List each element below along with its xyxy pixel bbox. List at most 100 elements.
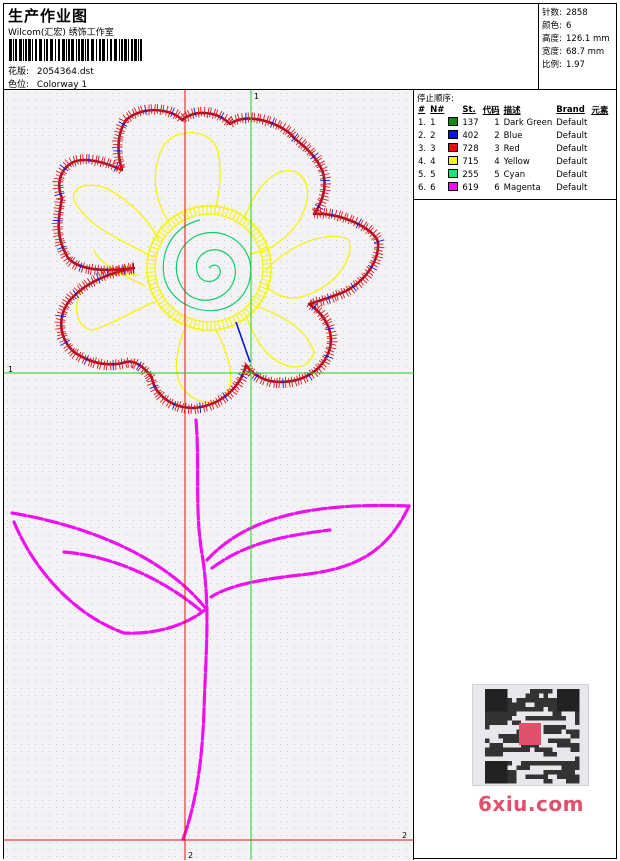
qr-module bbox=[566, 729, 571, 734]
qr-module bbox=[552, 711, 557, 716]
satin-tick bbox=[197, 107, 200, 118]
qr-module bbox=[498, 752, 503, 757]
table-row[interactable]: 6. 6 619 6 Magenta Default bbox=[416, 181, 610, 194]
row-stitches: 619 bbox=[462, 182, 479, 193]
qr-module bbox=[557, 761, 562, 766]
barcode-bar bbox=[121, 39, 123, 61]
center-spiral bbox=[162, 219, 252, 312]
qr-module bbox=[557, 689, 562, 694]
qr-module bbox=[575, 743, 580, 748]
qr-module bbox=[557, 738, 562, 743]
satin-tick bbox=[162, 105, 165, 115]
qr-module bbox=[485, 711, 490, 716]
qr-module bbox=[570, 734, 575, 739]
row-index: 1. bbox=[418, 117, 427, 128]
satin-tick bbox=[282, 378, 284, 388]
qr-module bbox=[543, 702, 548, 707]
qr-module bbox=[539, 774, 544, 779]
qr-module bbox=[494, 693, 499, 698]
qr-module bbox=[521, 698, 526, 703]
qr-module bbox=[512, 774, 517, 779]
satin-tick bbox=[52, 219, 63, 222]
row-index: 3. bbox=[418, 143, 427, 154]
row-swatch bbox=[446, 155, 460, 168]
qr-module bbox=[503, 702, 508, 707]
qr-module bbox=[485, 752, 490, 757]
qr-module bbox=[485, 770, 490, 775]
stop-sequence-panel: 停止顺序: # N# St. 代码 描述 Brand 元素 1. 1 137 1 Dar… bbox=[414, 90, 616, 200]
stat-width: 宽度: 68.7 mm bbox=[542, 47, 605, 57]
row-element bbox=[589, 129, 610, 142]
satin-tick bbox=[56, 331, 66, 334]
stats-panel: 针数: 2858 颜色: 6 高度: 126.1 mm 宽度: 68.7 mm 比例: 1… bbox=[539, 4, 616, 90]
qr-module bbox=[548, 738, 553, 743]
production-sheet: 生产作业图 Wilcom(汇宏) 绣饰工作室 花版: 2054364.dst 色… bbox=[3, 3, 617, 860]
barcode-bar bbox=[99, 39, 101, 61]
barcode-bar bbox=[66, 39, 67, 61]
row-brand: Default bbox=[556, 182, 588, 193]
qr-module bbox=[507, 698, 512, 703]
satin-tick bbox=[325, 208, 328, 218]
table-row[interactable]: 5. 5 255 5 Cyan Default bbox=[416, 168, 610, 181]
row-index: 6. bbox=[418, 182, 427, 193]
qr-module bbox=[530, 689, 535, 694]
qr-module bbox=[557, 743, 562, 748]
qr-module bbox=[507, 716, 512, 721]
stat-scale: 比例: 1.97 bbox=[542, 60, 585, 70]
stem-and-leaves bbox=[10, 418, 411, 844]
table-row[interactable]: 4. 4 715 4 Yellow Default bbox=[416, 155, 610, 168]
table-row[interactable]: 3. 3 728 3 Red Default bbox=[416, 142, 610, 155]
row-element bbox=[589, 168, 610, 181]
satin-tick bbox=[374, 246, 385, 249]
table-row[interactable]: 2. 2 402 2 Blue Default bbox=[416, 129, 610, 142]
qr-module bbox=[498, 716, 503, 721]
qr-module bbox=[498, 711, 503, 716]
qr-module bbox=[570, 761, 575, 766]
qr-module bbox=[570, 765, 575, 770]
qr-module bbox=[557, 693, 562, 698]
left-leaf-lower-edge bbox=[12, 520, 209, 635]
design-canvas[interactable]: 1 1 2 2 bbox=[4, 90, 414, 860]
qr-module bbox=[530, 698, 535, 703]
qr-module bbox=[485, 707, 490, 712]
qr-module bbox=[557, 698, 562, 703]
guide-label-horizontal-2: 2 bbox=[402, 831, 407, 840]
qr-module bbox=[507, 761, 512, 766]
col-stitches: St. bbox=[462, 104, 476, 115]
qr-module bbox=[534, 761, 539, 766]
qr-module bbox=[503, 716, 508, 721]
satin-tick bbox=[55, 238, 65, 241]
qr-module bbox=[485, 689, 490, 694]
satin-tick bbox=[203, 106, 206, 117]
qr-module bbox=[552, 698, 557, 703]
design-file-row: 花版: 2054364.dst bbox=[8, 64, 94, 77]
qr-module bbox=[521, 765, 526, 770]
qr-module bbox=[561, 689, 566, 694]
qr-module bbox=[548, 752, 553, 757]
qr-module bbox=[503, 738, 508, 743]
qr-module bbox=[494, 770, 499, 775]
row-number: 1 bbox=[430, 117, 436, 128]
satin-tick bbox=[318, 197, 329, 201]
qr-module bbox=[521, 707, 526, 712]
qr-module bbox=[525, 774, 530, 779]
qr-module bbox=[566, 761, 571, 766]
satin-tick bbox=[154, 104, 156, 115]
table-row[interactable]: 1. 1 137 1 Dark Green Default bbox=[416, 116, 610, 129]
qr-module bbox=[498, 707, 503, 712]
color-swatch bbox=[448, 156, 459, 165]
qr-module bbox=[561, 725, 566, 730]
qr-module bbox=[503, 747, 508, 752]
qr-module bbox=[525, 707, 530, 712]
barcode-image bbox=[9, 39, 142, 61]
stem bbox=[180, 418, 209, 844]
qr-module bbox=[570, 693, 575, 698]
qr-module bbox=[530, 716, 535, 721]
qr-module bbox=[503, 734, 508, 739]
qr-module bbox=[498, 734, 503, 739]
qr-module bbox=[561, 702, 566, 707]
qr-module bbox=[525, 747, 530, 752]
qr-module bbox=[503, 707, 508, 712]
qr-module bbox=[494, 743, 499, 748]
barcode-bar bbox=[114, 39, 117, 61]
